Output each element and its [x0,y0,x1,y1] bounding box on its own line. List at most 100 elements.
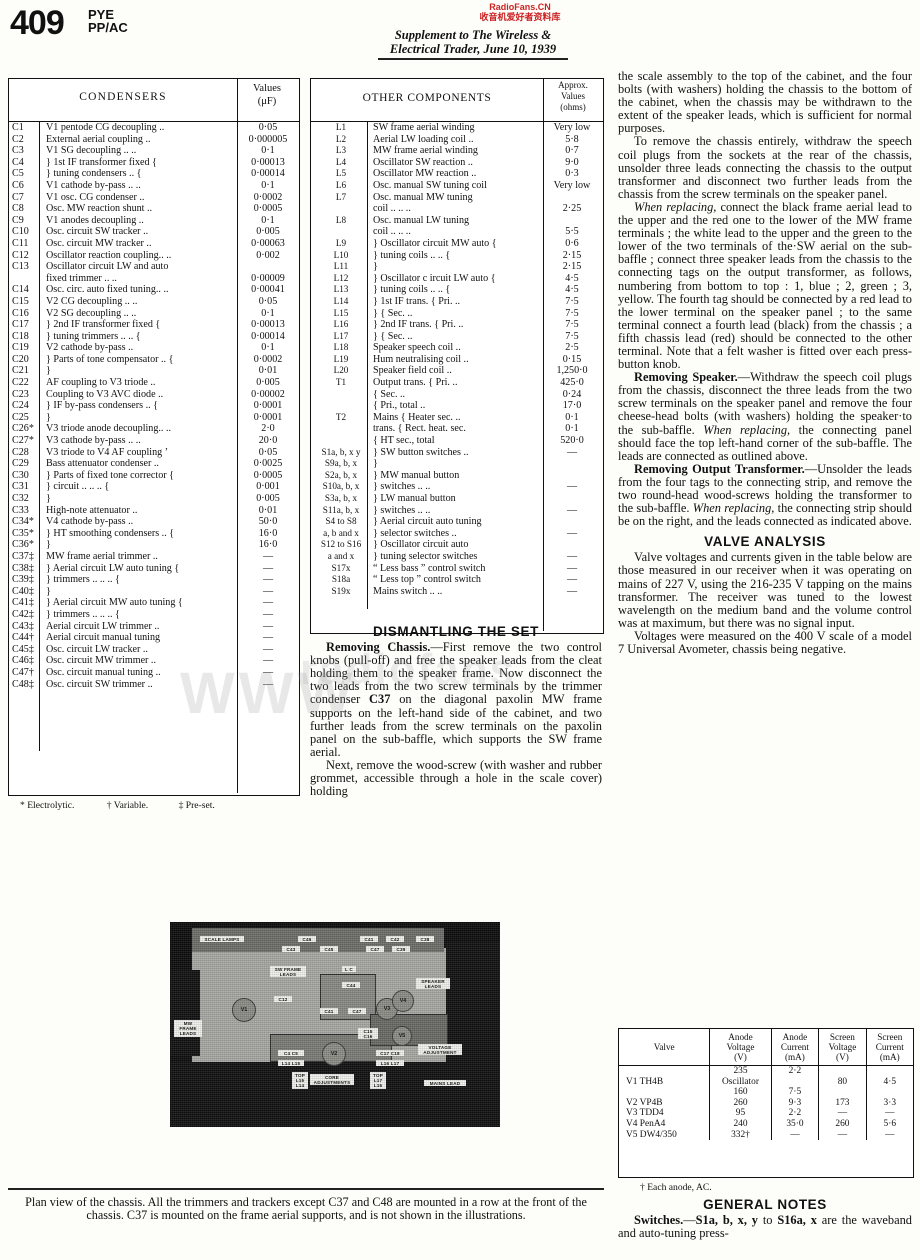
component-description: Aerial circuit manual tuning [46,632,161,644]
table-row: C46‡ Osc. circuit MW trimmer .. — [9,655,299,667]
table-row: C34* V4 cathode by-pass .. 50·0 [9,516,299,528]
table-row: C39‡} trimmers .. .. .. {— [9,574,299,586]
component-ref: L18 [333,342,349,353]
table-row: S10a, b, x} switches .. .. — [311,481,603,493]
watermark-chinese: 收音机爱好者资料库 [479,12,561,22]
component-value [541,516,603,528]
component-description: Osc. circuit SW trimmer .. [46,678,153,690]
component-value: — [262,608,274,620]
component-ref: L2 [335,133,347,144]
component-value: 4·5 [565,284,579,296]
component-description: Osc. circ. auto fixed tuning.. .. [46,284,169,296]
component-description: } SW button switches .. [373,446,469,458]
component-ref: S2a, b, x [324,469,358,480]
table-row: C8 Osc. MW reaction shunt .. 0·0005 [9,203,299,215]
valve-column-header: Valve [619,1029,711,1066]
table-row: L17} { Sec. .. 7·5 [311,331,603,343]
component-value: — [262,585,274,597]
component-description: } 2nd IF transformer fixed { [46,319,161,331]
component-description: } [373,261,378,273]
removing-output-transformer-para: Removing Output Transformer.—Unsolder th… [618,461,912,528]
component-value [541,192,603,204]
table-row: C20} Parts of tone compensator .. {0·000… [9,354,299,366]
screen-current: 3·3 [883,1097,897,1108]
component-description: V4 cathode by-pass .. [46,516,134,528]
anode-current: — [771,1129,820,1141]
component-description: } switches .. .. [373,481,431,493]
anode-current: 35·0 [771,1118,820,1130]
component-description: Coupling to V3 AVC diode .. [46,388,164,400]
table-row: C41‡} Aerial circuit MW auto tuning {— [9,597,299,609]
table-row: S11a, b, x} switches .. .. — [311,505,603,517]
table-row: L19 Hum neutralising coil .. 0·15 [311,354,603,366]
table-row: L5 Oscillator MW reaction .. 0·3 [311,168,603,180]
component-description: } MW manual button [373,469,460,481]
when-replacing-2: When replacing, [703,422,791,437]
table-row: C43‡ Aerial circuit LW trimmer .. — [9,621,299,633]
table-row: S4 to S8} Aerial circuit auto tuning [311,516,603,528]
valve-row: V4 PenA4 240 35·0 260 5·6 [619,1118,913,1130]
when-replacing-3: When replacing, [692,501,775,516]
component-description: coil .. .. .. [373,226,411,238]
component-value [541,493,603,505]
component-description: { HT sec., total [373,435,435,447]
table-row: C15 V2 CG decoupling .. .. 0·05 [9,296,299,308]
anode-voltage: 240 [709,1118,772,1130]
component-value: 2·5 [565,342,579,354]
table-row: coil .. .. .. 2·25 [311,203,603,215]
switch-ref-b: S16a, x [777,1213,817,1228]
component-value: 0·6 [565,237,579,249]
valve-name: V2 VP4B [619,1097,711,1109]
table-row: C19 V2 cathode by-pass .. 0·1 [9,342,299,354]
table-row: L15} { Sec. .. 7·5 [311,308,603,320]
valve-row: V5 DW4/350 332† — — — [619,1129,913,1141]
component-ref: L12 [333,272,349,283]
component-value: — [262,655,274,667]
table-row: { HT sec., total 520·0 [311,435,603,447]
em-dash-1: — [430,640,443,655]
table-row: C21} 0·01 [9,365,299,377]
table-row: C12 Oscillator reaction coupling.. .. 0·00… [9,250,299,262]
component-ref: S9a, b, x [324,458,358,469]
component-ref: L11 [333,261,349,272]
table-row: C13 Oscillator circuit LW and auto [9,261,299,273]
other-ref-divider [367,121,369,609]
component-description: } Oscillator circuit MW auto { [373,237,497,249]
component-value: 0·1 [261,214,275,226]
component-value: 50·0 [258,516,278,528]
component-description: } [46,365,51,377]
table-row: C30} Parts of fixed tone corrector {0·00… [9,470,299,482]
table-row: C29 Bass attenuator condenser .. 0·0025 [9,458,299,470]
component-value [541,215,603,227]
table-row: C33 High-note attenuator .. 0·01 [9,505,299,517]
removing-output-transformer-lead: Removing Output Transformer. [634,461,805,476]
halftone-grain [170,922,500,1127]
component-description: } tuning trimmers .. .. { [46,330,141,342]
component-description: External aerial coupling .. [46,133,151,145]
anode-current: 2·2 [771,1108,820,1119]
component-value: 0·00014 [251,330,285,342]
component-value: Very low [553,122,591,133]
component-ref: L3 [335,145,347,156]
component-description: } { Sec. .. [373,330,413,342]
component-description: Aerial LW loading coil .. [373,133,474,145]
component-value: 5·5 [565,226,579,238]
screen-current: 4·5 [883,1076,897,1087]
table-row: C44† Aerial circuit manual tuning — [9,632,299,644]
valve-table: Valve Anode Voltage (V) Anode Current (mA) Scre… [619,1029,913,1141]
component-value: 425·0 [560,377,584,389]
component-description: } [46,539,51,551]
removing-chassis-lead: Removing Chassis. [326,640,431,655]
component-ref [311,203,371,215]
em-dash-2: — [737,370,751,385]
anode-current: 2·2 7·5 [771,1065,820,1098]
component-value: 0·1 [261,145,275,157]
component-description: Osc. circuit LW tracker .. [46,643,148,655]
component-value: 0·24 [562,388,582,400]
component-value: — [262,632,274,644]
values-label: Values [253,83,281,94]
table-row: C6 V1 cathode by-pass .. .. 0·1 [9,180,299,192]
component-description: V1 cathode by-pass .. .. [46,179,141,191]
component-ref: L13 [333,284,349,295]
anode-voltage: 235 Oscillator 160 [709,1065,772,1098]
